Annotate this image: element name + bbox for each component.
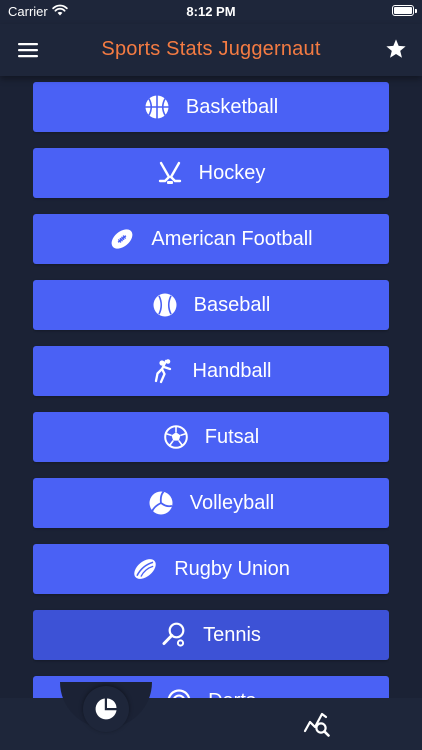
american-football-icon (109, 226, 135, 252)
tennis-racket-icon (161, 622, 187, 648)
sport-label: Baseball (193, 293, 271, 316)
sports-list[interactable]: Basketball Hockey American Football Base… (33, 82, 389, 698)
pie-chart-icon[interactable] (83, 686, 129, 732)
star-icon[interactable] (384, 37, 408, 61)
sport-label: Basketball (185, 95, 279, 118)
clock: 8:12 PM (186, 4, 236, 19)
volleyball-icon (148, 490, 174, 516)
sport-label: American Football (151, 227, 313, 250)
baseball-icon (152, 292, 178, 318)
sport-button-handball[interactable]: Handball (33, 346, 389, 396)
bottom-tab-bar (0, 682, 422, 750)
darts-icon (166, 688, 192, 698)
app-title: Sports Stats Juggernaut (101, 38, 321, 60)
sport-button-american-football[interactable]: American Football (33, 214, 389, 264)
sport-label: Handball (192, 359, 272, 382)
sport-label: Darts (208, 690, 256, 699)
basketball-icon (144, 94, 170, 120)
sport-button-volleyball[interactable]: Volleyball (33, 478, 389, 528)
battery-icon (392, 5, 417, 16)
status-bar: Carrier 8:12 PM (0, 0, 422, 24)
navigation-bar: Sports Stats Juggernaut (0, 24, 422, 76)
chart-search-icon[interactable] (303, 711, 331, 737)
sport-label: Futsal (204, 425, 260, 448)
sport-button-baseball[interactable]: Baseball (33, 280, 389, 330)
rugby-ball-icon (132, 556, 158, 582)
sport-label: Rugby Union (174, 557, 290, 580)
sport-button-basketball[interactable]: Basketball (33, 82, 389, 132)
sport-label: Volleyball (189, 491, 275, 514)
handball-icon (151, 358, 177, 384)
sport-button-tennis[interactable]: Tennis (33, 610, 389, 660)
sport-button-futsal[interactable]: Futsal (33, 412, 389, 462)
sport-label: Hockey (198, 161, 266, 184)
sport-label: Tennis (203, 623, 261, 646)
sport-button-rugby-union[interactable]: Rugby Union (33, 544, 389, 594)
futsal-ball-icon (163, 424, 189, 450)
hockey-icon (157, 160, 183, 186)
sport-button-hockey[interactable]: Hockey (33, 148, 389, 198)
